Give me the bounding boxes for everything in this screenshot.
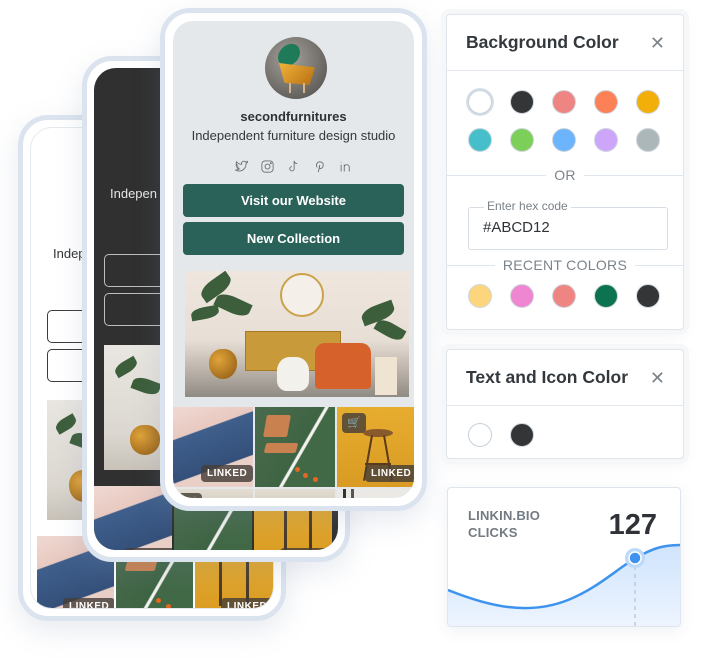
grid-image[interactable] [255, 489, 335, 498]
profile-bio-truncated: Indepen [110, 186, 157, 201]
grid-image[interactable] [255, 407, 335, 487]
color-swatch[interactable] [468, 90, 492, 114]
linked-badge: LINKED [201, 465, 253, 482]
clicks-stats-card: LINKIN.BIO CLICKS 127 [447, 487, 681, 627]
cart-icon[interactable]: 🛒 [178, 493, 202, 498]
or-label: OR [546, 167, 584, 183]
color-swatch[interactable] [636, 128, 660, 152]
panel-header: Text and Icon Color ✕ [447, 350, 683, 406]
linked-badge: LINKED [221, 598, 273, 608]
hex-code-field[interactable]: Enter hex code [468, 199, 668, 250]
profile-avatar[interactable] [265, 37, 327, 99]
instagram-icon[interactable] [260, 158, 276, 174]
link-button-new-collection[interactable]: New Collection [183, 222, 404, 255]
color-swatch[interactable] [594, 128, 618, 152]
phone-preview-main: secondfurnitures Independent furniture d… [160, 8, 427, 511]
link-button-visit-website[interactable]: Visit our Website [183, 184, 404, 217]
linked-badge: LINKED [365, 465, 414, 482]
pinterest-icon[interactable] [312, 158, 328, 174]
featured-image[interactable] [185, 271, 409, 397]
marker-point[interactable] [628, 551, 642, 565]
recent-swatch-row [447, 284, 660, 308]
color-swatch[interactable] [510, 128, 534, 152]
clicks-trend-chart [448, 543, 680, 626]
linked-badge: LINKED [63, 598, 114, 608]
cart-icon[interactable]: 🛒 [342, 413, 366, 433]
phone-screen-main: secondfurnitures Independent furniture d… [173, 21, 414, 498]
panel-header: Background Color ✕ [447, 15, 683, 71]
color-swatch[interactable] [594, 284, 618, 308]
grid-image[interactable]: LINKED [173, 407, 253, 487]
text-icon-color-panel: Text and Icon Color ✕ [446, 349, 684, 459]
profile-bio-truncated: Indep [53, 246, 86, 261]
color-swatch[interactable] [552, 90, 576, 114]
linkedin-icon[interactable] [338, 158, 354, 174]
grid-image[interactable] [337, 489, 414, 498]
color-swatch[interactable] [468, 284, 492, 308]
recent-colors-divider: RECENT COLORS [447, 257, 683, 273]
grid-image[interactable]: 🛒 LINKED [337, 407, 414, 487]
panel-title: Background Color [466, 32, 619, 52]
profile-bio: Independent furniture design studio [191, 128, 396, 143]
background-color-panel: Background Color ✕ OR Enter hex code REC… [446, 14, 684, 330]
profile-username: secondfurnitures [240, 109, 347, 124]
color-swatch[interactable] [510, 90, 534, 114]
color-swatch[interactable] [468, 423, 492, 447]
tiktok-icon[interactable] [286, 158, 302, 174]
text-color-swatch-row [447, 423, 534, 447]
color-swatch[interactable] [552, 128, 576, 152]
grid-image[interactable]: 🛒 [173, 489, 253, 498]
color-swatch[interactable] [594, 90, 618, 114]
linked-badge: LINKED [124, 548, 172, 550]
color-swatch[interactable] [510, 284, 534, 308]
linked-badge: LINKED [280, 548, 332, 550]
recent-colors-label: RECENT COLORS [494, 257, 636, 273]
social-icons [173, 158, 414, 174]
hex-code-input[interactable] [483, 219, 653, 236]
color-swatch[interactable] [636, 284, 660, 308]
color-swatch[interactable] [510, 423, 534, 447]
color-swatch[interactable] [552, 284, 576, 308]
swatch-row-1 [447, 90, 660, 114]
close-icon[interactable]: ✕ [650, 369, 665, 387]
color-swatch[interactable] [636, 90, 660, 114]
hex-code-label: Enter hex code [484, 199, 571, 213]
color-swatch[interactable] [468, 128, 492, 152]
or-divider: OR [447, 167, 683, 183]
swatch-row-2 [447, 128, 660, 152]
close-icon[interactable]: ✕ [650, 34, 665, 52]
twitter-icon[interactable] [234, 158, 250, 174]
grid-image[interactable]: LINKED [94, 486, 172, 550]
panel-title: Text and Icon Color [466, 367, 629, 387]
trend-area [448, 545, 680, 626]
